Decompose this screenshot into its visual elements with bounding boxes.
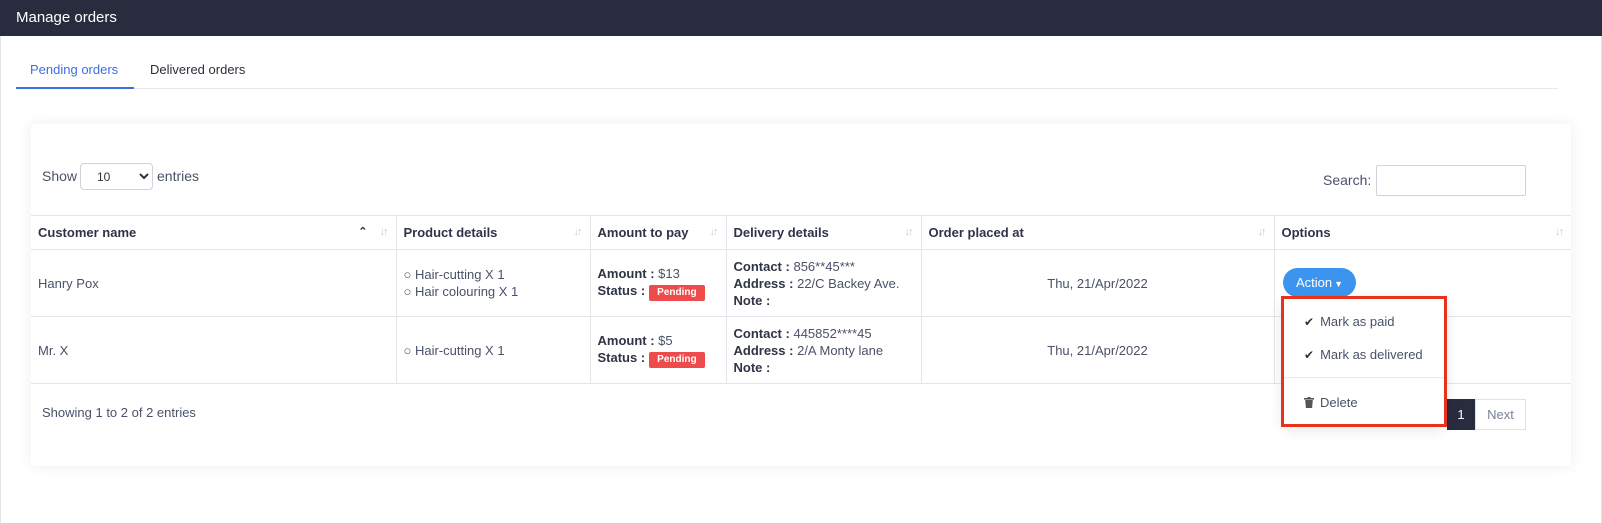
note-label: Note :	[733, 359, 771, 375]
product-details: ○ Hair-cutting X 1 ○ Hair colouring X 1	[396, 249, 591, 317]
customer-name: Mr. X	[31, 316, 397, 384]
sort-icon: ↓↑	[379, 226, 389, 238]
column-header-customer[interactable]: Customer name ⌃ ↓↑	[31, 215, 397, 250]
column-label: Options	[1281, 225, 1331, 240]
amount-value: $5	[658, 333, 673, 348]
contact-label: Contact :	[733, 258, 790, 274]
order-tabs: Pending orders Delivered orders	[16, 52, 1558, 89]
amount-details: Amount : $13 Status : Pending	[590, 249, 727, 317]
status-label: Status :	[597, 283, 646, 298]
action-label: Action	[1295, 275, 1333, 290]
action-button[interactable]: Action ▼	[1283, 268, 1356, 297]
column-header-options[interactable]: Options ↓↑	[1274, 215, 1571, 250]
pagination-next-button[interactable]: Next	[1475, 399, 1526, 430]
status-badge: Pending	[649, 285, 705, 301]
pagination-page-1[interactable]: 1	[1447, 399, 1475, 430]
address-label: Address :	[733, 342, 794, 358]
column-header-order-placed[interactable]: Order placed at ↓↑	[921, 215, 1275, 250]
column-header-amount[interactable]: Amount to pay ↓↑	[590, 215, 727, 250]
entries-label: entries	[157, 168, 200, 184]
table-header-row: Customer name ⌃ ↓↑ Product details ↓↑ Amoun…	[31, 215, 1571, 250]
amount-label: Amount :	[597, 333, 655, 348]
contact-label: Contact :	[733, 325, 790, 341]
note-label: Note :	[733, 292, 771, 308]
customer-name: Hanry Pox	[31, 249, 397, 317]
order-date: Thu, 21/Apr/2022	[921, 249, 1275, 317]
page-title: Manage orders	[16, 9, 117, 26]
contact-value: 856**45***	[793, 258, 855, 274]
delivery-details: Contact : 445852****45 Address : 2/A Mon…	[726, 316, 922, 384]
search-input[interactable]	[1376, 165, 1526, 196]
product-line: ○ Hair-cutting X 1	[403, 267, 505, 282]
order-date: Thu, 21/Apr/2022	[921, 316, 1275, 384]
caret-down-icon: ▼	[1334, 279, 1344, 289]
product-details: ○ Hair-cutting X 1	[396, 316, 591, 384]
sort-icon: ↓↑	[1555, 226, 1564, 238]
status-label: Status :	[597, 350, 646, 365]
column-label: Product details	[403, 225, 498, 240]
amount-label: Amount :	[597, 266, 655, 281]
column-label: Customer name	[38, 225, 137, 240]
address-value: 22/C Backey Ave.	[797, 275, 900, 291]
column-label: Amount to pay	[597, 225, 689, 240]
entries-select[interactable]: 10	[80, 163, 153, 190]
tab-delivered-orders[interactable]: Delivered orders	[150, 62, 245, 77]
tab-pending-orders[interactable]: Pending orders	[30, 62, 118, 77]
delivery-details: Contact : 856**45*** Address : 22/C Back…	[726, 249, 922, 317]
sort-icon: ↓↑	[904, 226, 914, 238]
sort-icon: ↓↑	[1257, 226, 1267, 238]
sort-icon: ↓↑	[573, 226, 583, 238]
entries-info: Showing 1 to 2 of 2 entries	[42, 405, 196, 420]
column-header-delivery[interactable]: Delivery details ↓↑	[726, 215, 922, 250]
column-label: Delivery details	[733, 225, 829, 240]
frame-border-left	[0, 36, 1, 523]
column-label: Order placed at	[928, 225, 1024, 240]
amount-value: $13	[658, 266, 680, 281]
status-badge: Pending	[649, 352, 705, 368]
highlight-box	[1281, 296, 1447, 427]
sort-asc-icon: ⌃	[358, 226, 368, 238]
product-line: ○ Hair colouring X 1	[403, 284, 519, 299]
column-header-product[interactable]: Product details ↓↑	[396, 215, 591, 250]
sort-icon: ↓↑	[709, 226, 719, 238]
search-label: Search:	[1323, 172, 1372, 188]
address-value: 2/A Monty lane	[797, 342, 884, 358]
product-line: ○ Hair-cutting X 1	[403, 342, 505, 358]
active-tab-indicator	[16, 87, 134, 89]
show-label: Show	[42, 168, 78, 184]
top-bar: Manage orders	[0, 0, 1602, 36]
amount-details: Amount : $5 Status : Pending	[590, 316, 727, 384]
contact-value: 445852****45	[793, 325, 872, 341]
address-label: Address :	[733, 275, 794, 291]
